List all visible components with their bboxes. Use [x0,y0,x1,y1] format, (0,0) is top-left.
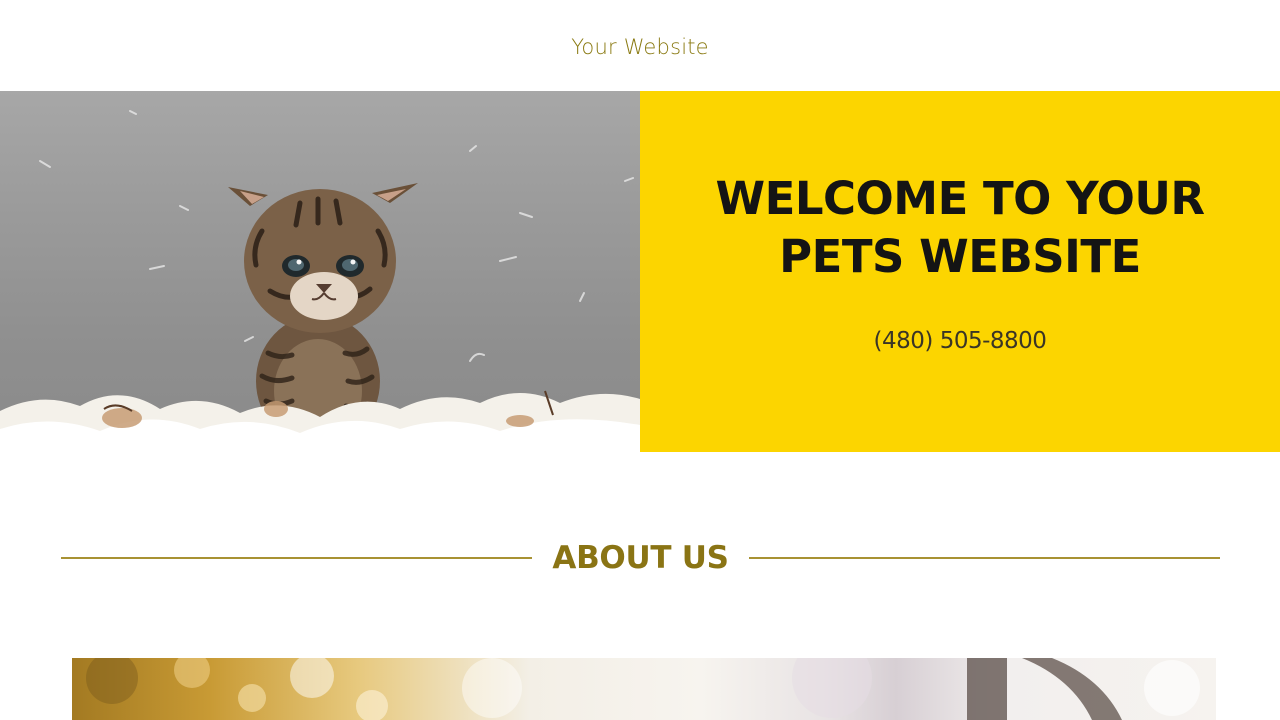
hero-heading: WELCOME TO YOUR PETS WEBSITE [715,170,1205,286]
phone-link[interactable]: (480) 505-8800 [874,328,1047,354]
site-header: Your Website [0,0,1280,91]
kitten-illustration [0,110,640,452]
about-divider-left [61,557,533,559]
hero-section: WELCOME TO YOUR PETS WEBSITE (480) 505-8… [0,91,1280,452]
hero-image-kitten [0,91,640,452]
about-section: ABOUT US [0,452,1280,720]
about-divider-right [748,557,1220,559]
about-image-bokeh [86,658,1200,720]
about-image [72,658,1216,720]
hero-heading-line1: WELCOME TO YOUR [715,171,1205,225]
page: Your Website WELCOME TO YOUR PETS WEBSIT… [0,0,1280,720]
site-title-link[interactable]: Your Website [571,35,709,59]
hero-panel: WELCOME TO YOUR PETS WEBSITE (480) 505-8… [640,91,1280,452]
hero-heading-line2: PETS WEBSITE [779,229,1141,283]
about-title-row: ABOUT US [61,538,1220,578]
about-title: ABOUT US [552,540,729,576]
